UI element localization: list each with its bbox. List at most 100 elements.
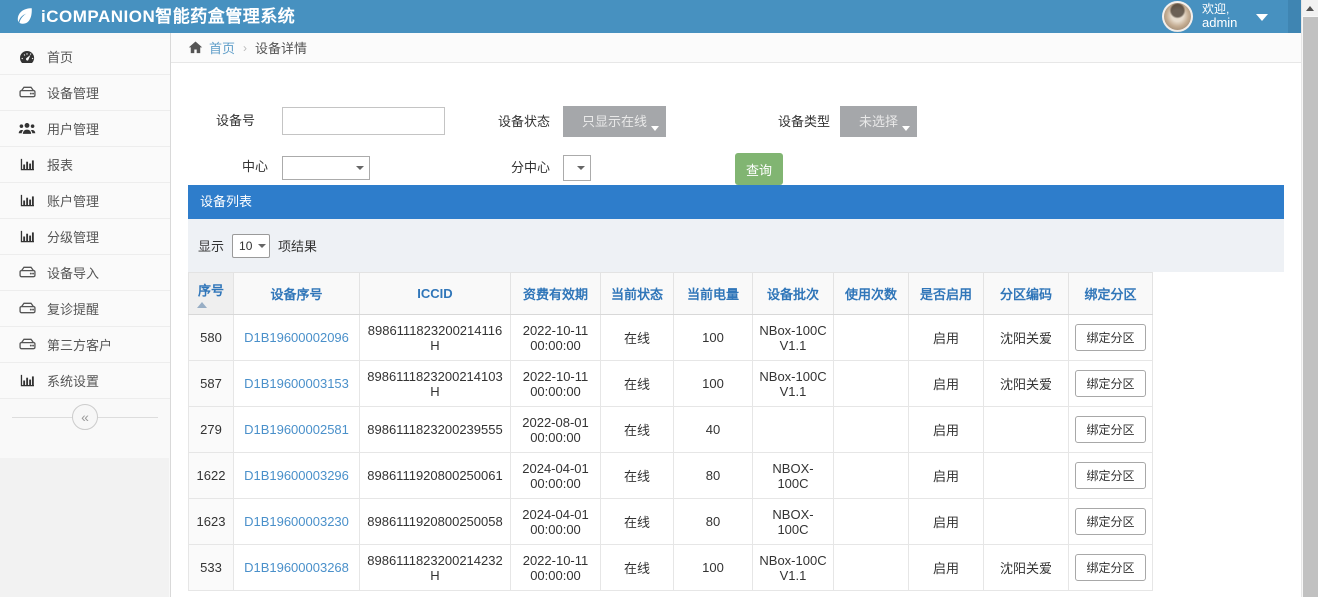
column-header-9[interactable]: 分区编码 [984, 273, 1069, 315]
usage-count-cell [834, 453, 909, 499]
chevron-down-icon [1256, 14, 1268, 21]
center-select[interactable] [282, 156, 370, 180]
sidebar: 首页设备管理用户管理报表账户管理分级管理设备导入复诊提醒第三方客户系统设置 « [0, 33, 171, 597]
scrollbar-thumb[interactable] [1303, 17, 1318, 597]
table-row: 1623D1B196000032308986111920800250058202… [189, 499, 1153, 545]
batch-cell: NBOX-100C [753, 453, 834, 499]
column-header-3[interactable]: 资费有效期 [511, 273, 601, 315]
hdd-icon [18, 86, 36, 99]
page-size-select[interactable]: 10 [232, 234, 270, 258]
users-icon [18, 122, 36, 135]
breadcrumb: 首页 › 设备详情 [171, 33, 1301, 63]
chevron-down-icon [258, 244, 266, 248]
batch-cell [753, 407, 834, 453]
bind-zone-button[interactable]: 绑定分区 [1075, 416, 1145, 443]
battery-cell: 100 [674, 315, 753, 361]
table-row: 587D1B196000031538986111823200214103H202… [189, 361, 1153, 407]
bind-zone-button[interactable]: 绑定分区 [1075, 462, 1145, 489]
bar-chart-icon [18, 374, 36, 387]
bar-chart-icon [18, 230, 36, 243]
sidebar-item-3[interactable]: 报表 [0, 147, 170, 183]
sidebar-item-2[interactable]: 用户管理 [0, 111, 170, 147]
bind-zone-button[interactable]: 绑定分区 [1075, 554, 1145, 581]
hdd-icon [18, 266, 36, 279]
column-header-0[interactable]: 序号 [189, 273, 234, 315]
sidebar-item-6[interactable]: 设备导入 [0, 255, 170, 291]
sidebar-item-1[interactable]: 设备管理 [0, 75, 170, 111]
status-cell: 在线 [601, 361, 674, 407]
bar-chart-icon [18, 194, 36, 207]
app-window: iCOMPANION智能药盒管理系统 欢迎, admin 首页设备管理用户管理报… [0, 0, 1318, 597]
search-button[interactable]: 查询 [735, 153, 783, 185]
caret-down-icon [651, 126, 659, 131]
bind-zone-button[interactable]: 绑定分区 [1075, 370, 1145, 397]
avatar[interactable] [1162, 1, 1193, 32]
column-header-2[interactable]: ICCID [360, 273, 511, 315]
sidebar-item-5[interactable]: 分级管理 [0, 219, 170, 255]
bar-chart-icon [18, 158, 36, 171]
device-serial-link[interactable]: D1B19600002096 [244, 330, 349, 345]
center-label: 中心 [211, 155, 268, 179]
device-type-dropdown[interactable]: 未选择 [840, 106, 917, 137]
bind-zone-cell: 绑定分区 [1069, 499, 1153, 545]
breadcrumb-home-link[interactable]: 首页 [209, 38, 235, 57]
column-header-10[interactable]: 绑定分区 [1069, 273, 1153, 315]
column-header-4[interactable]: 当前状态 [601, 273, 674, 315]
caret-down-icon [902, 126, 910, 131]
status-cell: 在线 [601, 499, 674, 545]
column-header-8[interactable]: 是否启用 [909, 273, 984, 315]
user-menu[interactable]: 欢迎, admin [1154, 0, 1284, 33]
table-row: 580 D1B19600002096 8986111823200214116H202… [189, 315, 1153, 361]
status-cell: 在线 [601, 545, 674, 591]
sidebar-item-label: 第三方客户 [47, 335, 112, 354]
zone-code-cell: 沈阳关爱 [984, 545, 1069, 591]
seq-cell: 580 [189, 315, 234, 361]
subcenter-select[interactable] [563, 155, 591, 181]
app-title: iCOMPANION智能药盒管理系统 [41, 0, 295, 33]
battery-cell: 80 [674, 453, 753, 499]
show-label: 显示 [198, 236, 224, 255]
bind-zone-button[interactable]: 绑定分区 [1075, 324, 1145, 351]
dashboard-icon [18, 50, 36, 64]
device-serial-link[interactable]: D1B19600002581 [244, 422, 349, 437]
breadcrumb-current: 设备详情 [255, 38, 307, 57]
iccid-cell: 8986111823200214116H [360, 315, 511, 361]
device-type-label: 设备类型 [751, 107, 830, 137]
hdd-icon [18, 302, 36, 315]
column-header-7[interactable]: 使用次数 [834, 273, 909, 315]
zone-code-cell [984, 453, 1069, 499]
device-serial-link[interactable]: D1B19600003268 [244, 560, 349, 575]
home-icon [188, 41, 203, 54]
serial-cell: D1B19600003296 [234, 453, 360, 499]
sidebar-item-label: 报表 [47, 155, 73, 174]
sidebar-item-8[interactable]: 第三方客户 [0, 327, 170, 363]
sidebar-item-0[interactable]: 首页 [0, 39, 170, 75]
enabled-cell: 启用 [909, 361, 984, 407]
iccid-cell: 8986111823200214232H [360, 545, 511, 591]
valid-until-cell: 2022-10-11 00:00:00 [511, 315, 601, 361]
table-header-row: 序号设备序号ICCID资费有效期当前状态当前电量设备批次使用次数是否启用分区编码… [189, 273, 1153, 315]
device-serial-link[interactable]: D1B19600003296 [244, 468, 349, 483]
usage-count-cell [834, 499, 909, 545]
serial-cell: D1B19600003230 [234, 499, 360, 545]
device-serial-link[interactable]: D1B19600003153 [244, 376, 349, 391]
collapse-sidebar-button[interactable]: « [72, 404, 98, 430]
status-cell: 在线 [601, 315, 674, 361]
sidebar-item-9[interactable]: 系统设置 [0, 363, 170, 399]
scroll-up-button[interactable] [1302, 0, 1318, 16]
sidebar-item-label: 复诊提醒 [47, 299, 99, 318]
table-row: 533D1B196000032688986111823200214232H202… [189, 545, 1153, 591]
column-header-6[interactable]: 设备批次 [753, 273, 834, 315]
column-header-1[interactable]: 设备序号 [234, 273, 360, 315]
sidebar-item-4[interactable]: 账户管理 [0, 183, 170, 219]
welcome-text: 欢迎, [1202, 2, 1229, 16]
usage-count-cell [834, 361, 909, 407]
sidebar-item-label: 设备管理 [47, 83, 99, 102]
device-status-dropdown[interactable]: 只显示在线 [563, 106, 666, 137]
column-header-5[interactable]: 当前电量 [674, 273, 753, 315]
batch-cell: NBox-100C V1.1 [753, 361, 834, 407]
bind-zone-button[interactable]: 绑定分区 [1075, 508, 1145, 535]
sidebar-item-7[interactable]: 复诊提醒 [0, 291, 170, 327]
device-no-input[interactable] [282, 107, 445, 135]
device-serial-link[interactable]: D1B19600003230 [244, 514, 349, 529]
